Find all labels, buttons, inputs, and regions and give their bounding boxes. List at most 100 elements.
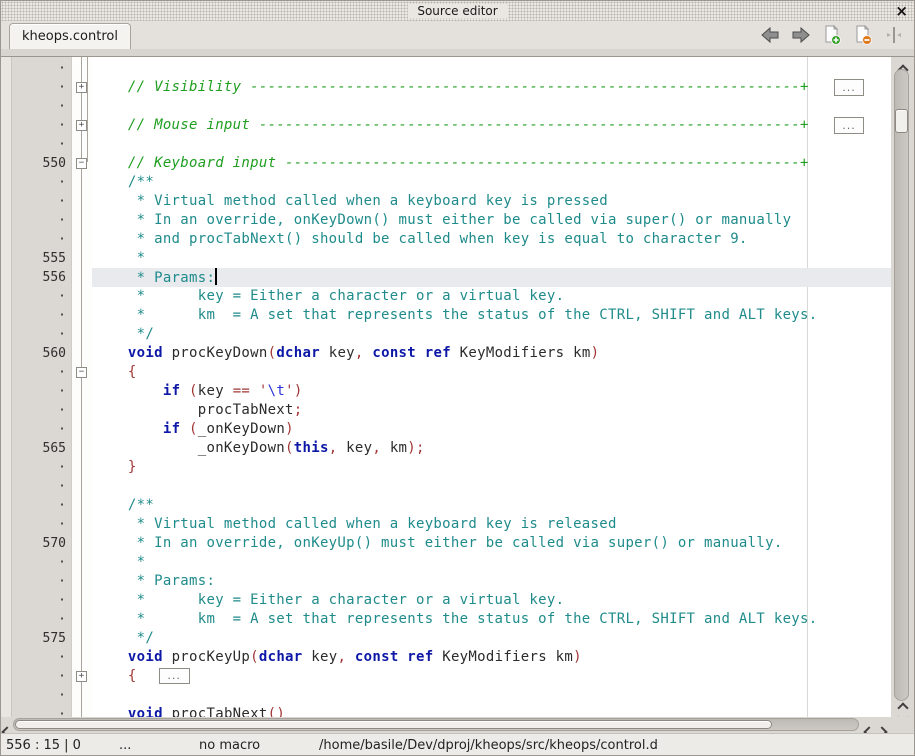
code-text[interactable] (92, 477, 891, 496)
fold-gutter[interactable]: − (71, 154, 92, 173)
close-icon[interactable]: × (895, 1, 908, 21)
code-row[interactable]: ·− { (1, 363, 891, 382)
code-text[interactable]: * and procTabNext() should be called whe… (92, 230, 891, 249)
collapsed-fold-box[interactable]: ... (834, 79, 864, 96)
code-row[interactable]: 575 */ (1, 629, 891, 648)
code-text[interactable]: // Keyboard input ----------------------… (92, 154, 891, 173)
code-text[interactable]: * Params: (92, 268, 891, 287)
split-view-icon[interactable] (883, 25, 904, 45)
code-row[interactable]: · (1, 477, 891, 496)
code-text[interactable]: procTabNext; (92, 401, 891, 420)
scroll-up-icon[interactable] (891, 59, 914, 69)
code-text[interactable]: * Params: (92, 572, 891, 591)
code-text[interactable] (92, 135, 891, 154)
vertical-scrollbar-thumb[interactable] (895, 109, 908, 133)
code-row[interactable]: · * and procTabNext() should be called w… (1, 230, 891, 249)
code-row[interactable]: · * Params: (1, 572, 891, 591)
code-row[interactable]: ·+ // Mouse input ----------------------… (1, 116, 891, 135)
vertical-scrollbar-track[interactable] (894, 69, 909, 701)
code-text[interactable]: // Visibility --------------------------… (92, 78, 891, 97)
code-row[interactable]: · * Virtual method called when a keyboar… (1, 515, 891, 534)
horizontal-scrollbar[interactable] (1, 717, 914, 733)
code-text[interactable]: // Mouse input -------------------------… (92, 116, 891, 135)
fold-collapse-icon[interactable]: − (76, 367, 87, 378)
code-row[interactable]: · if (key == '\t') (1, 382, 891, 401)
fold-collapse-icon[interactable]: − (76, 158, 87, 169)
code-text[interactable]: * km = A set that represents the status … (92, 306, 891, 325)
code-text[interactable]: * km = A set that represents the status … (92, 610, 891, 629)
code-text[interactable]: * (92, 553, 891, 572)
code-text[interactable]: void procKeyUp(dchar key, const ref KeyM… (92, 648, 891, 667)
code-row[interactable]: · * key = Either a character or a virtua… (1, 287, 891, 306)
collapsed-fold-box[interactable]: ... (159, 668, 190, 684)
code-row[interactable]: · (1, 135, 891, 154)
new-document-icon[interactable] (821, 25, 842, 45)
horizontal-scrollbar-thumb[interactable] (15, 720, 772, 729)
code-row[interactable]: · procTabNext; (1, 401, 891, 420)
code-row[interactable]: 555 * (1, 249, 891, 268)
fold-expand-icon[interactable]: + (76, 671, 87, 682)
code-row[interactable]: · */ (1, 325, 891, 344)
code-text[interactable]: * In an override, onKeyUp() must either … (92, 534, 891, 553)
code-row[interactable]: · void procTabNext() (1, 705, 891, 717)
code-row[interactable]: · * (1, 553, 891, 572)
close-document-icon[interactable] (852, 25, 873, 45)
code-text[interactable]: void procTabNext() (92, 705, 891, 717)
code-row[interactable]: · /** (1, 173, 891, 192)
code-row[interactable]: ·+ // Visibility -----------------------… (1, 78, 891, 97)
code-text[interactable]: */ (92, 629, 891, 648)
code-text[interactable]: _onKeyDown(this, key, km); (92, 439, 891, 458)
fold-expand-icon[interactable]: + (76, 82, 87, 93)
code-text[interactable]: /** (92, 173, 891, 192)
code-row[interactable]: · * key = Either a character or a virtua… (1, 591, 891, 610)
code-row[interactable]: 565 _onKeyDown(this, key, km); (1, 439, 891, 458)
code-editor[interactable]: ··+ // Visibility ----------------------… (1, 57, 914, 717)
code-text[interactable]: void procKeyDown(dchar key, const ref Ke… (92, 344, 891, 363)
vertical-scrollbar[interactable] (891, 57, 914, 717)
code-row[interactable]: 570 * In an override, onKeyUp() must eit… (1, 534, 891, 553)
code-text[interactable] (92, 59, 891, 78)
code-text[interactable]: * (92, 249, 891, 268)
code-text[interactable]: if (_onKeyDown) (92, 420, 891, 439)
code-row[interactable]: 550− // Keyboard input -----------------… (1, 154, 891, 173)
fold-gutter[interactable]: + (71, 78, 92, 97)
code-row[interactable]: · (1, 97, 891, 116)
horizontal-scrollbar-track[interactable] (13, 718, 859, 731)
previous-arrow-icon[interactable] (759, 25, 780, 45)
code-row[interactable]: · * km = A set that represents the statu… (1, 306, 891, 325)
code-row[interactable]: ·+ {... (1, 667, 891, 686)
code-row[interactable]: · * In an override, onKeyDown() must eit… (1, 211, 891, 230)
code-row[interactable]: · void procKeyUp(dchar key, const ref Ke… (1, 648, 891, 667)
scroll-down-icon[interactable] (891, 707, 914, 717)
fold-gutter[interactable]: + (71, 116, 92, 135)
title-bar[interactable]: Source editor × (1, 1, 914, 21)
code-row[interactable]: · * km = A set that represents the statu… (1, 610, 891, 629)
code-text[interactable]: * key = Either a character or a virtual … (92, 287, 891, 306)
code-text[interactable]: * In an override, onKeyDown() must eithe… (92, 211, 891, 230)
code-text[interactable]: */ (92, 325, 891, 344)
code-row[interactable]: 556 * Params: (1, 268, 891, 287)
tab-kheops-control[interactable]: kheops.control (9, 23, 131, 49)
next-arrow-icon[interactable] (790, 25, 811, 45)
code-text[interactable]: {... (92, 667, 891, 686)
code-row[interactable]: · } (1, 458, 891, 477)
code-row[interactable]: · (1, 686, 891, 705)
code-text[interactable]: /** (92, 496, 891, 515)
code-row[interactable]: · /** (1, 496, 891, 515)
fold-gutter[interactable]: − (71, 363, 92, 382)
collapsed-fold-box[interactable]: ... (834, 117, 864, 134)
code-text[interactable]: { (92, 363, 891, 382)
code-row[interactable]: · * Virtual method called when a keyboar… (1, 192, 891, 211)
code-row[interactable]: 560 void procKeyDown(dchar key, const re… (1, 344, 891, 363)
scroll-up-icon[interactable] (891, 697, 914, 707)
code-text[interactable] (92, 97, 891, 116)
code-row[interactable]: · if (_onKeyDown) (1, 420, 891, 439)
code-text[interactable]: } (92, 458, 891, 477)
code-row[interactable]: · (1, 59, 891, 78)
fold-gutter[interactable]: + (71, 667, 92, 686)
code-text[interactable]: * Virtual method called when a keyboard … (92, 192, 891, 211)
code-text[interactable] (92, 686, 891, 705)
code-text[interactable]: * Virtual method called when a keyboard … (92, 515, 891, 534)
code-lines[interactable]: ··+ // Visibility ----------------------… (1, 57, 891, 717)
fold-expand-icon[interactable]: + (76, 120, 87, 131)
